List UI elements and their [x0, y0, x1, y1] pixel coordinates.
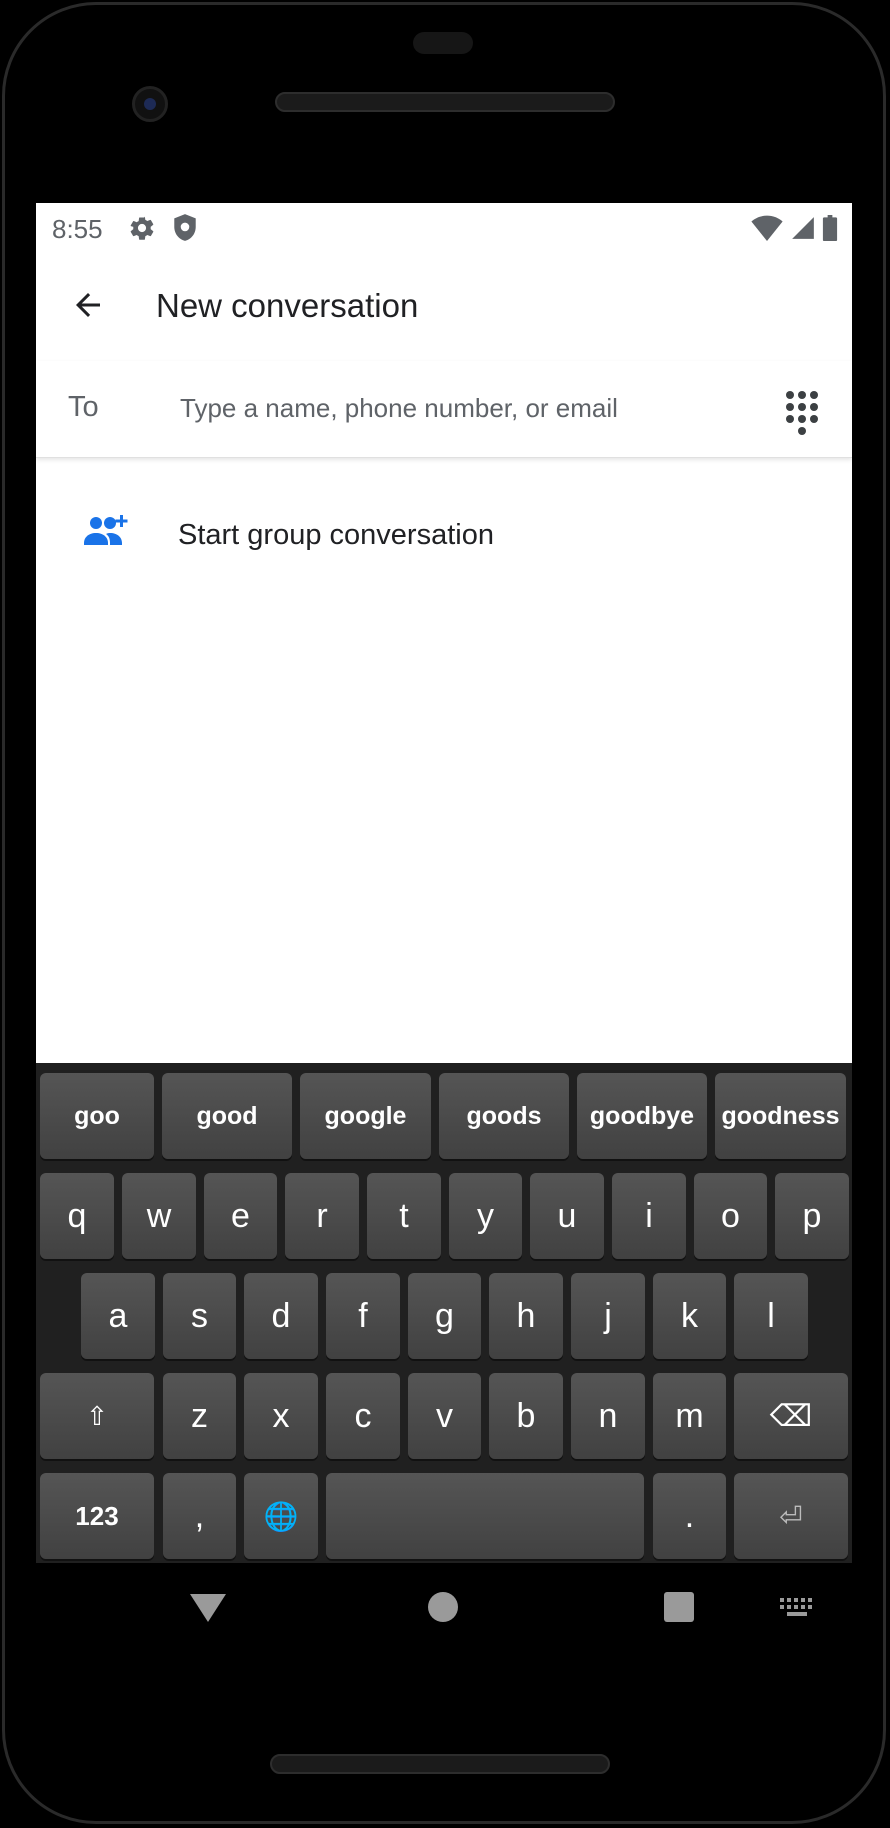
key-r[interactable]: r	[285, 1173, 359, 1259]
earpiece-speaker	[275, 92, 615, 112]
phone-notch	[413, 32, 473, 54]
start-group-conversation-item[interactable]: Start group conversation	[36, 483, 852, 583]
status-time: 8:55	[52, 214, 103, 244]
keyboard-switch-icon[interactable]	[780, 1598, 814, 1623]
screen: 8:55 New conversation To Type a name, ph…	[36, 203, 852, 1563]
key-n[interactable]: n	[571, 1373, 645, 1459]
key-g[interactable]: g	[408, 1273, 481, 1359]
key-p[interactable]: p	[775, 1173, 849, 1259]
key-t[interactable]: t	[367, 1173, 441, 1259]
key-v[interactable]: v	[408, 1373, 481, 1459]
suggestion-goo[interactable]: goo	[40, 1073, 154, 1159]
space-key[interactable]	[326, 1473, 644, 1559]
key-k[interactable]: k	[653, 1273, 726, 1359]
period-key[interactable]: .	[653, 1473, 726, 1559]
suggestion-good[interactable]: good	[162, 1073, 292, 1159]
settings-gear-icon	[128, 214, 156, 247]
dialpad-icon[interactable]	[774, 385, 830, 441]
key-q[interactable]: q	[40, 1173, 114, 1259]
backspace-key[interactable]: ⌫	[734, 1373, 848, 1459]
shield-icon	[172, 213, 198, 248]
shift-key[interactable]: ⇧	[40, 1373, 154, 1459]
nav-home-icon[interactable]	[428, 1592, 458, 1622]
globe-key[interactable]: 🌐	[244, 1473, 318, 1559]
front-camera	[132, 86, 168, 122]
key-d[interactable]: d	[244, 1273, 318, 1359]
back-arrow-icon[interactable]	[64, 281, 112, 329]
suggestion-goodbye[interactable]: goodbye	[577, 1073, 707, 1159]
group-add-icon	[84, 513, 130, 554]
recipient-input[interactable]	[178, 383, 782, 433]
key-i[interactable]: i	[612, 1173, 686, 1259]
keyboard: goo good google goods goodbye goodness q…	[36, 1063, 852, 1563]
key-c[interactable]: c	[326, 1373, 400, 1459]
nav-recents-icon[interactable]	[664, 1592, 694, 1622]
enter-key[interactable]: ⏎	[734, 1473, 848, 1559]
key-j[interactable]: j	[571, 1273, 645, 1359]
key-l[interactable]: l	[734, 1273, 808, 1359]
status-icons	[749, 215, 838, 246]
key-o[interactable]: o	[694, 1173, 767, 1259]
bottom-speaker	[270, 1754, 610, 1774]
suggestion-goodness[interactable]: goodness	[715, 1073, 846, 1159]
suggestion-goods[interactable]: goods	[439, 1073, 569, 1159]
status-bar: 8:55	[36, 203, 852, 251]
key-s[interactable]: s	[163, 1273, 236, 1359]
key-e[interactable]: e	[204, 1173, 277, 1259]
start-group-conversation-label: Start group conversation	[178, 519, 494, 551]
key-m[interactable]: m	[653, 1373, 726, 1459]
symbols-key[interactable]: 123	[40, 1473, 154, 1559]
recipient-row: To	[36, 361, 852, 458]
key-a[interactable]: a	[81, 1273, 155, 1359]
wifi-icon	[751, 215, 783, 241]
navigation-bar	[0, 1560, 890, 1656]
cell-signal-icon	[791, 217, 814, 239]
key-b[interactable]: b	[489, 1373, 563, 1459]
nav-back-icon[interactable]	[190, 1592, 226, 1629]
key-u[interactable]: u	[530, 1173, 604, 1259]
comma-key[interactable]: ,	[163, 1473, 236, 1559]
key-y[interactable]: y	[449, 1173, 522, 1259]
page-title: New conversation	[156, 287, 419, 324]
battery-icon	[822, 215, 838, 241]
key-w[interactable]: w	[122, 1173, 196, 1259]
key-z[interactable]: z	[163, 1373, 236, 1459]
app-bar: New conversation	[36, 251, 852, 361]
to-label: To	[68, 391, 99, 423]
key-h[interactable]: h	[489, 1273, 563, 1359]
key-x[interactable]: x	[244, 1373, 318, 1459]
suggestion-google[interactable]: google	[300, 1073, 431, 1159]
key-f[interactable]: f	[326, 1273, 400, 1359]
phone-frame: 8:55 New conversation To Type a name, ph…	[0, 0, 890, 1828]
